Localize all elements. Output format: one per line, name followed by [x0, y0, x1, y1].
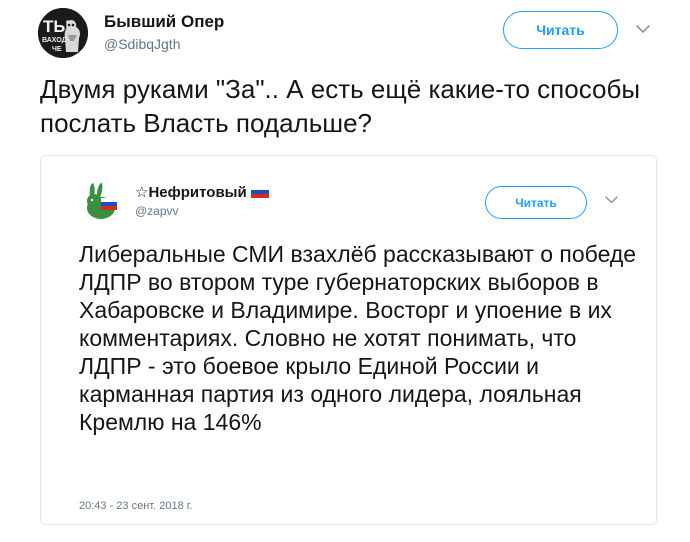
tweet-text: Двумя руками "За".. А есть ещё какие-то …: [40, 74, 641, 138]
avatar-text-sub2: ЧЕ: [52, 46, 62, 53]
quote-chevron-down-icon[interactable]: [605, 195, 618, 204]
chevron-down-icon[interactable]: [636, 24, 650, 34]
follow-button[interactable]: Читать: [503, 11, 618, 49]
avatar-image: ТЫ ВАХОДИ ЧЕ: [38, 8, 88, 58]
quote-timestamp[interactable]: 20:43 - 23 сент. 2018 г.: [79, 500, 192, 512]
author-name[interactable]: Бывший Опер: [104, 12, 224, 32]
quote-author-name-text: ☆Нефритовый: [135, 184, 247, 201]
russian-flag-icon: [250, 186, 269, 198]
quote-text: Либеральные СМИ взахлёб рассказывают о п…: [79, 241, 637, 435]
quote-follow-button[interactable]: Читать: [485, 186, 587, 219]
tweet: ТЫ ВАХОДИ ЧЕ Бывший Опер @SdibqJgth Чита…: [0, 0, 690, 542]
author-handle[interactable]: @SdibqJgth: [104, 36, 180, 52]
quote-author-name[interactable]: ☆Нефритовый: [135, 183, 269, 201]
quote-author-handle[interactable]: @zapvv: [135, 204, 179, 218]
rabbit-icon: [81, 180, 121, 220]
avatar[interactable]: ТЫ ВАХОДИ ЧЕ: [38, 8, 88, 58]
quote-avatar[interactable]: [81, 180, 121, 220]
